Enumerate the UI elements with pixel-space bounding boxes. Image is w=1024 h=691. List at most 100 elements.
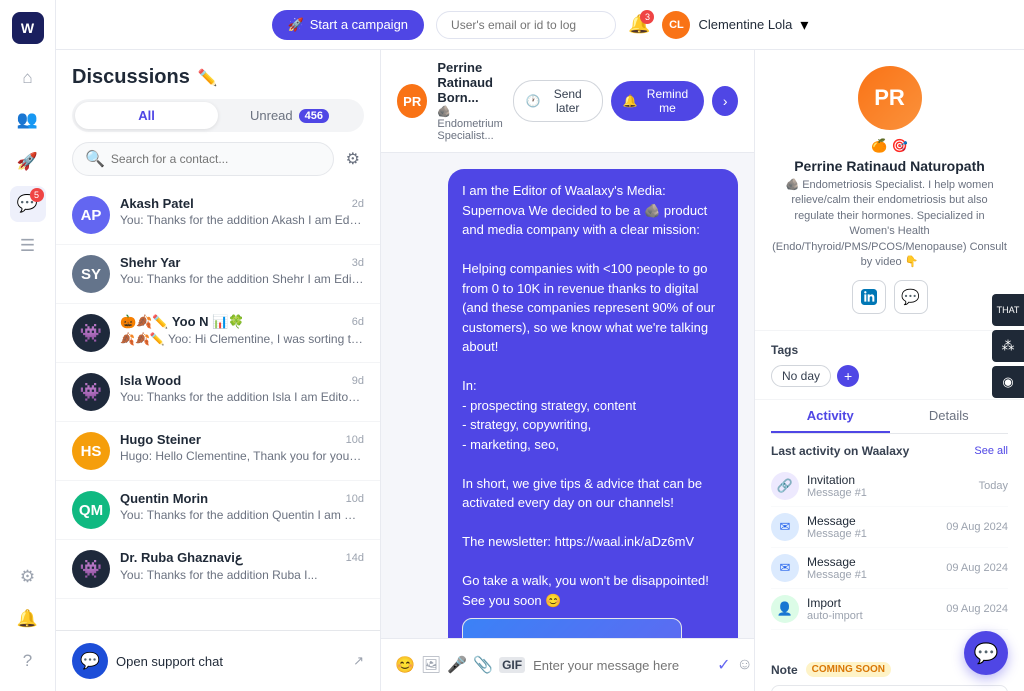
see-all-link[interactable]: See all	[974, 445, 1008, 457]
activity-title: Last activity on Waalaxy	[771, 444, 909, 458]
coming-soon-badge: COMING SOON	[806, 662, 891, 677]
edit-icon[interactable]: ✏️	[198, 68, 218, 88]
search-input[interactable]	[111, 152, 321, 166]
activity-date: 09 Aug 2024	[946, 521, 1008, 533]
side-widget-2[interactable]: ⁂	[992, 330, 1024, 362]
nav-settings[interactable]: ⚙	[10, 559, 46, 595]
nav-help[interactable]: ?	[10, 643, 46, 679]
side-widget-1[interactable]: THAT	[992, 294, 1024, 326]
activity-section-wrap: Activity Details Last activity on Waalax…	[755, 400, 1024, 650]
nav-sidebar: W ⌂ 👥 🚀 💬 5 ☰ ⚙ 🔔 ?	[0, 0, 56, 691]
contact-preview: You: Thanks for the addition Isla I am E…	[120, 390, 364, 404]
side-widget-3[interactable]: ◉	[992, 366, 1024, 398]
activity-date: Today	[979, 480, 1008, 492]
message-bubble-sent: I am the Editor of Waalaxy's Media: Supe…	[448, 169, 738, 638]
tab-all[interactable]: All	[75, 102, 218, 129]
tags-section: Tags No day +	[755, 331, 1024, 400]
activity-item-import: 👤 Import auto-import 09 Aug 2024	[771, 589, 1008, 630]
contact-info: 🎃🍂✏️ Yoo N 📊🍀 6d 🍂🍂✏️ Yoo: Hi Clementine…	[120, 314, 364, 346]
contact-time: 6d	[352, 316, 364, 328]
contact-time: 3d	[352, 257, 364, 269]
chat-header: PR Perrine Ratinaud Born... 🪨 Endometriu…	[381, 50, 754, 153]
contact-time: 14d	[346, 552, 364, 564]
right-panel: PR 🍊 🎯 Perrine Ratinaud Naturopath 🪨 End…	[754, 50, 1024, 691]
nav-home[interactable]: ⌂	[10, 60, 46, 96]
user-search-input[interactable]	[436, 11, 616, 39]
smiley-icon[interactable]: ☺	[736, 656, 752, 674]
profile-avatar: PR	[858, 66, 922, 130]
activity-sub: Message #1	[807, 487, 971, 499]
message-icon: ✉	[771, 554, 799, 582]
chat-header-buttons: 🕐 Send later 🔔 Remind me ›	[513, 80, 738, 122]
activity-list: Last activity on Waalaxy See all 🔗 Invit…	[755, 444, 1024, 642]
external-link-icon: ↗	[353, 653, 364, 669]
activity-type: Message	[807, 555, 938, 569]
link-preview-card: 🚀 Supernova Supernova 🪨 (by Waalaxy) Our…	[462, 618, 682, 638]
mic-icon[interactable]: 🎤	[447, 655, 467, 675]
contact-preview: 🍂🍂✏️ Yoo: Hi Clementine, I was sorting t…	[120, 332, 364, 346]
contact-item-hugo[interactable]: HS Hugo Steiner 10d Hugo: Hello Clementi…	[56, 422, 380, 481]
bell-badge: 3	[640, 10, 654, 24]
unread-tab-label: Unread	[250, 108, 293, 123]
messages-badge: 5	[30, 188, 44, 202]
open-support-chat[interactable]: 💬 Open support chat ↗	[56, 630, 380, 691]
attachment-icon[interactable]: 📎	[473, 655, 493, 675]
nav-bell[interactable]: 🔔	[10, 601, 46, 637]
message-input[interactable]	[533, 658, 709, 673]
chat-header-info: Perrine Ratinaud Born... 🪨 Endometrium S…	[437, 60, 502, 142]
activity-type: Invitation	[807, 473, 971, 487]
contact-name: 🎃🍂✏️ Yoo N 📊🍀	[120, 314, 245, 330]
image-icon[interactable]: 🖼	[421, 655, 441, 675]
social-buttons: 💬	[852, 280, 928, 314]
avatar: 👾	[72, 550, 110, 588]
contact-item-ruba[interactable]: 👾 Dr. Ruba Ghaznaviع 14d You: Thanks for…	[56, 540, 380, 599]
avatar: SY	[72, 255, 110, 293]
contact-name: Akash Patel	[120, 196, 194, 211]
tab-activity[interactable]: Activity	[771, 400, 890, 433]
linkedin-button[interactable]	[852, 280, 886, 314]
user-menu[interactable]: CL Clementine Lola ▾	[662, 11, 808, 39]
nav-rocket[interactable]: 🚀	[10, 144, 46, 180]
contact-info: Shehr Yar 3d You: Thanks for the additio…	[120, 255, 364, 286]
send-actions: ✓ ☺ ➤	[717, 649, 754, 681]
start-campaign-button[interactable]: 🚀 Start a campaign	[272, 10, 424, 40]
remind-me-button[interactable]: 🔔 Remind me	[611, 81, 705, 121]
nav-users[interactable]: 👥	[10, 102, 46, 138]
activity-item-msg1: ✉ Message Message #1 09 Aug 2024	[771, 507, 1008, 548]
notification-bell[interactable]: 🔔 3	[628, 14, 650, 35]
emoji-icon[interactable]: 😊	[395, 655, 415, 675]
filter-button[interactable]: ⚙	[342, 145, 364, 173]
contact-item-shehr[interactable]: SY Shehr Yar 3d You: Thanks for the addi…	[56, 245, 380, 304]
next-contact-button[interactable]: ›	[712, 86, 738, 116]
activity-info: Import auto-import	[807, 596, 938, 622]
contact-item-akash[interactable]: AP Akash Patel 2d You: Thanks for the ad…	[56, 186, 380, 245]
contact-info: Quentin Morin 10d You: Thanks for the ad…	[120, 491, 364, 522]
contact-name: Quentin Morin	[120, 491, 208, 506]
tab-details[interactable]: Details	[890, 400, 1009, 433]
contact-item-quentin[interactable]: QM Quentin Morin 10d You: Thanks for the…	[56, 481, 380, 540]
chat-widget-button[interactable]: 💬	[964, 631, 1008, 675]
tab-unread[interactable]: Unread 456	[218, 102, 361, 129]
nav-list[interactable]: ☰	[10, 228, 46, 264]
add-tag-button[interactable]: +	[837, 365, 859, 387]
activity-tabs: Activity Details	[771, 400, 1008, 434]
message-text-2: Helping companies with <100 people to go…	[462, 261, 715, 354]
activity-date: 09 Aug 2024	[946, 603, 1008, 615]
send-later-button[interactable]: 🕐 Send later	[513, 80, 603, 122]
contact-info: Dr. Ruba Ghaznaviع 14d You: Thanks for t…	[120, 550, 364, 582]
chat-contact-sub: 🪨 Endometrium Specialist...	[437, 105, 502, 142]
send-later-label: Send later	[546, 87, 590, 115]
gif-icon[interactable]: GIF	[499, 657, 525, 673]
tags-label: Tags	[771, 343, 1008, 357]
no-day-tag[interactable]: No day	[771, 365, 831, 387]
contact-item-isla[interactable]: 👾 Isla Wood 9d You: Thanks for the addit…	[56, 363, 380, 422]
activity-info: Invitation Message #1	[807, 473, 971, 499]
bell-icon: 🔔	[623, 94, 638, 108]
user-avatar: CL	[662, 11, 690, 39]
activity-item-invitation: 🔗 Invitation Message #1 Today	[771, 466, 1008, 507]
chat-input-area: 😊 🖼 🎤 📎 GIF ✓ ☺ ➤	[381, 638, 754, 691]
message-social-button[interactable]: 💬	[894, 280, 928, 314]
chat-contact-avatar: PR	[397, 84, 427, 118]
contact-item-yoon[interactable]: 👾 🎃🍂✏️ Yoo N 📊🍀 6d 🍂🍂✏️ Yoo: Hi Clementi…	[56, 304, 380, 363]
nav-messages[interactable]: 💬 5	[10, 186, 46, 222]
